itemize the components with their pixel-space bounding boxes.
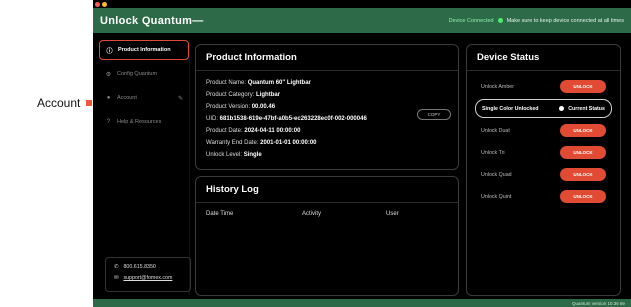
app-header: Unlock Quantum— Device Connected Make su… [93, 8, 631, 33]
product-date-row: Product Date: 2024-04-11 00:00:00 [206, 125, 448, 137]
connection-hint: Make sure to keep device connected at al… [506, 17, 624, 24]
panel-title: Device Status [467, 45, 620, 71]
device-row-quad: Unlock Quad UNLOCK [475, 165, 612, 184]
gear-icon: ⚙ [105, 71, 112, 78]
warranty-value: 2001-01-01 00:00:00 [260, 140, 317, 146]
account-annotation-label: Account [37, 96, 81, 110]
mail-icon: ✉ [114, 275, 119, 281]
product-category-label: Product Category: [206, 92, 255, 98]
version-text: Quantum version 10.36 8e [571, 301, 625, 306]
contact-phone[interactable]: ✆ 800.615.8350 [114, 264, 182, 270]
contact-box: ✆ 800.615.8350 ✉ support@fomex.com [105, 257, 191, 292]
sidebar-item-help-resources[interactable]: ? Help & Resources [99, 112, 189, 132]
product-name-row: Product Name: Quantum 60" Lightbar [206, 77, 448, 89]
unlock-tri-button[interactable]: UNLOCK [560, 146, 606, 159]
copy-uid-button[interactable]: COPY [417, 109, 451, 120]
unlock-quint-button[interactable]: UNLOCK [560, 190, 606, 203]
device-row-label: Single Color Unlocked [482, 105, 539, 112]
account-annotation: Account [37, 96, 93, 110]
edit-icon[interactable]: ✎ [178, 95, 183, 102]
product-date-label: Product Date: [206, 128, 243, 134]
minimize-window-button[interactable] [102, 2, 107, 7]
phone-number: 800.615.8350 [123, 264, 156, 270]
product-version-value: 00.00.46 [251, 104, 276, 110]
product-category-value: Lightbar [256, 92, 281, 98]
connected-text: Device Connected [448, 17, 494, 24]
footer-bar: Quantum version 10.36 8e [93, 299, 631, 307]
sidebar-item-label: Account [117, 95, 137, 101]
uid-label: UID: [206, 116, 218, 122]
product-category-row: Product Category: Lightbar [206, 89, 448, 101]
device-row-label: Unlock Tri [481, 149, 505, 156]
app-title: Unlock Quantum— [100, 14, 204, 27]
sidebar-item-product-information[interactable]: ⓘ Product Information [99, 40, 189, 60]
history-table-header: Date Time Activity User [196, 203, 458, 225]
column-header: User [386, 211, 399, 217]
current-status: Current Status [559, 106, 605, 112]
product-version-label: Product Version: [206, 104, 251, 110]
device-row-duat: Unlock Duat UNLOCK [475, 121, 612, 140]
device-row-single-color: Single Color Unlocked Current Status [475, 99, 612, 118]
product-name-value: Quantum 60" Lightbar [247, 80, 311, 86]
current-status-label: Current Status [568, 105, 605, 112]
sidebar: ⓘ Product Information ⚙ Config Quantum ●… [99, 40, 191, 295]
device-row-amber: Unlock Amber UNLOCK [475, 77, 612, 96]
device-row-label: Unlock Amber [481, 83, 514, 90]
annotation-marker [86, 100, 93, 106]
unlock-quad-button[interactable]: UNLOCK [560, 168, 606, 181]
uid-row: UID: 681b1538-619e-47bf-a0b5-ec263228ec0… [206, 113, 448, 125]
panel-title: Product Information [196, 45, 458, 71]
product-information-panel: Product Information Product Name: Quantu… [195, 44, 459, 170]
device-row-label: Unlock Quad [481, 171, 512, 178]
email-link[interactable]: support@fomex.com [123, 275, 172, 281]
column-header: Date Time [206, 211, 234, 217]
device-row-quint: Unlock Quint UNLOCK [475, 187, 612, 206]
unlock-duat-button[interactable]: UNLOCK [560, 124, 606, 137]
connected-dot-icon [497, 18, 503, 23]
unlock-level-row: Unlock Level: Single [206, 149, 448, 161]
unlock-level-value: Single [243, 152, 262, 158]
user-icon: ● [106, 95, 111, 101]
title-bar [93, 0, 631, 8]
product-date-value: 2024-04-11 00:00:00 [244, 128, 301, 134]
contact-email[interactable]: ✉ support@fomex.com [114, 275, 182, 281]
close-window-button[interactable] [95, 2, 100, 7]
column-header: Activity [302, 211, 322, 217]
connection-status: Device Connected Make sure to keep devic… [449, 18, 624, 24]
sidebar-item-label: Config Quantum [117, 71, 158, 77]
product-name-label: Product Name: [206, 80, 247, 86]
current-status-dot-icon [559, 106, 565, 111]
app-window: Unlock Quantum— Device Connected Make su… [93, 0, 631, 307]
help-icon: ? [106, 119, 111, 125]
phone-icon: ✆ [114, 264, 119, 270]
sidebar-item-config-quantum[interactable]: ⚙ Config Quantum [99, 64, 189, 84]
warranty-label: Warranty End Date: [206, 140, 259, 146]
device-status-panel: Device Status Unlock Amber UNLOCK Single… [466, 44, 621, 296]
warranty-row: Warranty End Date: 2001-01-01 00:00:00 [206, 137, 448, 149]
info-icon: ⓘ [106, 48, 113, 55]
sidebar-item-label: Help & Resources [117, 119, 162, 125]
device-row-tri: Unlock Tri UNLOCK [475, 143, 612, 162]
history-log-panel: History Log Date Time Activity User [195, 176, 459, 296]
unlock-level-label: Unlock Level: [206, 152, 243, 158]
unlock-amber-button[interactable]: UNLOCK [560, 80, 606, 93]
device-row-label: Unlock Duat [481, 127, 510, 134]
product-version-row: Product Version: 00.00.46 [206, 101, 448, 113]
device-row-label: Unlock Quint [481, 193, 512, 200]
panel-title: History Log [196, 177, 458, 203]
uid-value: 681b1538-619e-47bf-a0b5-ec263228ec0f-002… [219, 116, 367, 122]
sidebar-item-label: Product Information [118, 47, 171, 53]
sidebar-item-account[interactable]: ● Account ✎ [99, 88, 189, 108]
